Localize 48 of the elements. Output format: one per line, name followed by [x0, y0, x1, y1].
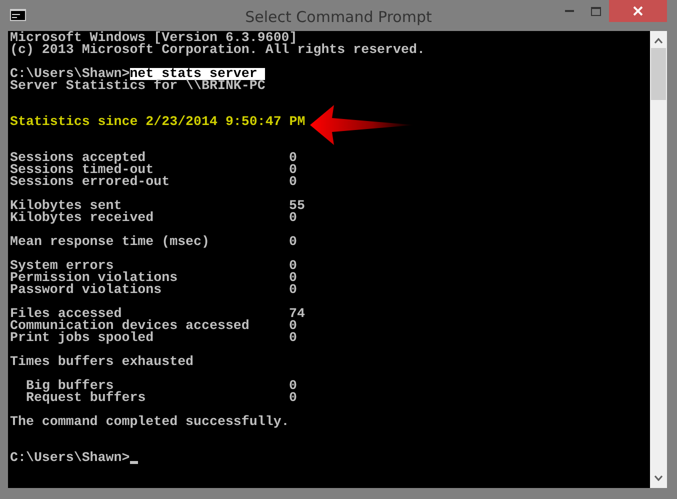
console-text: The command completed successfully. [10, 416, 290, 428]
maximize-icon [590, 6, 600, 16]
scroll-thumb[interactable] [651, 48, 666, 100]
stat-label: Big buffers [25, 380, 114, 392]
stat-label: Sessions errored-out [10, 176, 171, 188]
scroll-down-icon[interactable] [654, 475, 663, 481]
stat-value: 0 [289, 164, 297, 176]
stat-label: Files accessed [10, 308, 122, 320]
stat-label: Request buffers [25, 392, 147, 404]
stat-value: 0 [289, 284, 297, 296]
console-text: Statistics since 2/23/2014 9:50:47 PM [10, 116, 306, 128]
close-icon [633, 6, 643, 16]
console-text: Server Statistics for \\BRINK-PC [10, 80, 266, 92]
console-text: Times buffers exhausted [10, 356, 194, 368]
command-prompt: C:\Users\Shawn> [10, 68, 130, 80]
stat-value: 0 [289, 332, 297, 344]
scroll-bar[interactable] [650, 31, 667, 488]
console-text: Microsoft Windows [Version 6.3.9600] [10, 32, 298, 44]
stat-label: Permission violations [10, 272, 179, 284]
stat-value: 0 [289, 260, 297, 272]
stat-value: 0 [289, 152, 297, 164]
stat-label: Sessions accepted [10, 152, 146, 164]
minimize-icon [564, 10, 574, 12]
scroll-up-icon[interactable] [654, 38, 663, 44]
stat-value: 0 [289, 272, 297, 284]
stat-value: 0 [289, 320, 297, 332]
stat-label: Sessions timed-out [10, 164, 154, 176]
stat-label: Kilobytes sent [10, 200, 122, 212]
stat-label: System errors [10, 260, 114, 272]
stat-value: 55 [289, 200, 305, 212]
stat-value: 0 [289, 176, 297, 188]
stat-value: 0 [289, 212, 297, 224]
stat-label: Mean response time (msec) [10, 236, 210, 248]
stat-value: 0 [289, 236, 297, 248]
stat-value: 74 [289, 308, 305, 320]
console-app-icon [10, 9, 26, 21]
stat-label: Password violations [10, 284, 163, 296]
command-text: net stats server [130, 68, 266, 80]
close-button[interactable] [609, 0, 667, 22]
stat-label: Communication devices accessed [10, 320, 250, 332]
stat-label: Print jobs spooled [10, 332, 155, 344]
stat-value: 0 [289, 392, 297, 404]
stat-label: Kilobytes received [10, 212, 155, 224]
command-prompt: C:\Users\Shawn> [10, 452, 130, 464]
console-text: (c) 2013 Microsoft Corporation. All rights reserved. [10, 44, 425, 56]
stat-value: 0 [289, 380, 297, 392]
arrow-icon [310, 105, 414, 145]
window-title: Select Command Prompt [244, 7, 433, 28]
